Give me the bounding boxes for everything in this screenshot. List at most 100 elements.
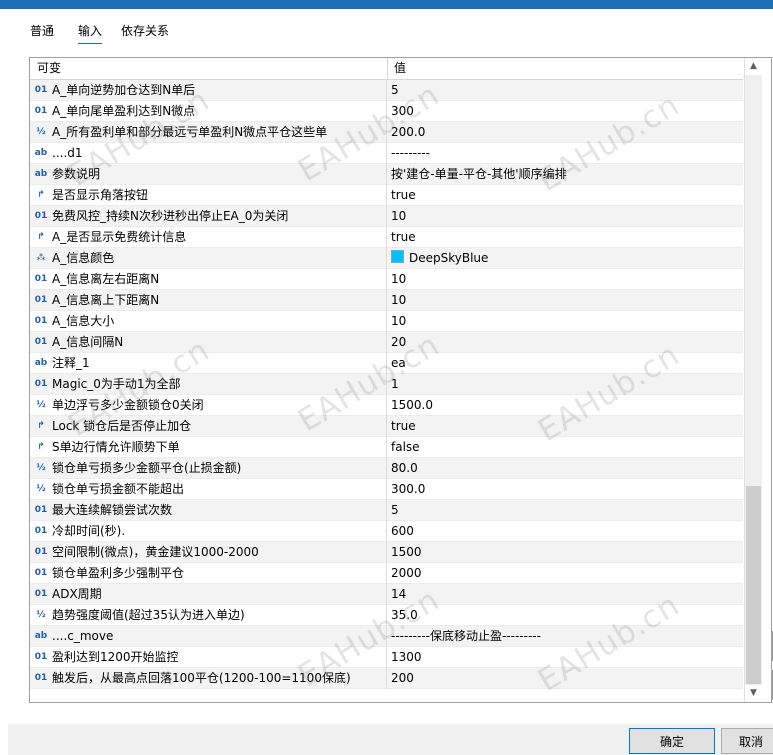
parameter-value[interactable]: 200 xyxy=(391,668,731,689)
parameter-value[interactable]: 1300 xyxy=(391,647,731,668)
color-name: DeepSkyBlue xyxy=(409,251,489,265)
parameter-row[interactable]: ⁂ A_信息颜色 DeepSkyBlue xyxy=(30,248,743,269)
parameter-name: 锁仓单亏损金额不能超出 xyxy=(52,482,185,496)
parameter-row[interactable]: ½ 趋势强度阈值(超过35认为进入单边) 35.0 xyxy=(30,605,743,626)
column-header-value[interactable]: 值 xyxy=(387,58,734,79)
parameter-value[interactable]: 10 xyxy=(391,311,731,332)
column-divider xyxy=(386,479,387,500)
parameter-value[interactable]: false xyxy=(391,437,731,458)
parameter-row[interactable]: 01 空间限制(微点)，黄金建议1000-2000 1500 xyxy=(30,542,743,563)
integer-type-icon: 01 xyxy=(34,673,48,683)
parameter-value[interactable]: 35.0 xyxy=(391,605,731,626)
parameter-value[interactable]: true xyxy=(391,416,731,437)
column-divider xyxy=(386,458,387,479)
parameter-value[interactable]: 5 xyxy=(391,500,731,521)
parameter-row[interactable]: ½ 锁仓单亏损多少金额平仓(止损金额) 80.0 xyxy=(30,458,743,479)
parameter-row[interactable]: ab ....d1 --------- xyxy=(30,143,743,164)
parameter-name: 参数说明 xyxy=(52,167,101,181)
parameter-row[interactable]: ab ....c_move ---------保底移动止盈--------- xyxy=(30,626,743,647)
tab-dependencies[interactable]: 依存关系 xyxy=(121,23,169,43)
parameter-value[interactable]: 5 xyxy=(391,80,731,101)
parameter-value[interactable]: 2000 xyxy=(391,563,731,584)
ok-button[interactable]: 确定 xyxy=(629,728,715,754)
parameter-row[interactable]: 01 盈利达到1200开始监控 1300 xyxy=(30,647,743,668)
cancel-button[interactable]: 取消 xyxy=(721,728,773,754)
parameter-name: Lock 锁仓后是否停止加仓 xyxy=(52,419,192,433)
parameter-row[interactable]: ab 参数说明 按'建仓-单量-平仓-其他'顺序编排 xyxy=(30,164,743,185)
parameter-row[interactable]: 01 A_信息间隔N 20 xyxy=(30,332,743,353)
integer-type-icon: 01 xyxy=(34,337,48,347)
tab-inputs[interactable]: 输入 xyxy=(78,23,103,45)
scroll-thumb[interactable] xyxy=(746,486,761,684)
boolean-type-icon: ↱ xyxy=(37,232,45,242)
scroll-up-arrow-icon[interactable]: ▲ xyxy=(745,58,762,75)
integer-type-icon: 01 xyxy=(34,106,48,116)
parameter-row[interactable]: 01 免费风控_持续N次秒进秒出停止EA_0为关闭 10 xyxy=(30,206,743,227)
scroll-down-arrow-icon[interactable]: ▼ xyxy=(745,685,762,702)
parameter-value[interactable]: 80.0 xyxy=(391,458,731,479)
parameter-row[interactable]: ½ 单边浮亏多少金额锁仓0关闭 1500.0 xyxy=(30,395,743,416)
parameter-name: 注释_1 xyxy=(52,356,90,370)
parameter-value[interactable]: 1 xyxy=(391,374,731,395)
double-type-icon: ½ xyxy=(36,463,46,473)
parameter-name: Magic_0为手动1为全部 xyxy=(52,377,181,391)
parameter-value[interactable]: 200.0 xyxy=(391,122,731,143)
parameter-row[interactable]: 01 触发后，从最高点回落100平仓(1200-100=1100保底) 200 xyxy=(30,668,743,689)
parameter-value[interactable]: 300 xyxy=(391,101,731,122)
parameter-value[interactable]: 14 xyxy=(391,584,731,605)
parameter-row[interactable]: 01 A_信息离左右距离N 10 xyxy=(30,269,743,290)
parameter-row[interactable]: ↱ Lock 锁仓后是否停止加仓 true xyxy=(30,416,743,437)
tab-general[interactable]: 普通 xyxy=(30,23,54,43)
string-type-icon: ab xyxy=(34,631,48,641)
boolean-type-icon: ↱ xyxy=(37,190,45,200)
column-divider xyxy=(386,584,387,605)
parameter-value[interactable]: true xyxy=(391,227,731,248)
parameter-value[interactable]: 1500 xyxy=(391,542,731,563)
integer-type-icon: 01 xyxy=(34,274,48,284)
parameter-row[interactable]: 01 A_信息大小 10 xyxy=(30,311,743,332)
integer-type-icon: 01 xyxy=(34,589,48,599)
parameter-row[interactable]: 01 A_信息离上下距离N 10 xyxy=(30,290,743,311)
parameter-value[interactable]: 1500.0 xyxy=(391,395,731,416)
column-header-variable[interactable]: 可变 xyxy=(30,58,388,79)
parameter-value[interactable]: ea xyxy=(391,353,731,374)
color-type-icon: ⁂ xyxy=(36,253,46,263)
parameter-row[interactable]: ↱ A_是否显示免费统计信息 true xyxy=(30,227,743,248)
parameter-row[interactable]: 01 A_单向逆势加仓达到N单后 5 xyxy=(30,80,743,101)
column-divider xyxy=(386,206,387,227)
parameter-value[interactable]: --------- xyxy=(391,143,731,164)
parameter-value[interactable]: 600 xyxy=(391,521,731,542)
parameter-name: 冷却时间(秒). xyxy=(52,524,126,538)
parameter-row[interactable]: ½ 锁仓单亏损金额不能超出 300.0 xyxy=(30,479,743,500)
parameter-value[interactable]: 按'建仓-单量-平仓-其他'顺序编排 xyxy=(391,164,731,185)
parameter-row[interactable]: ↱ S单边行情允许顺势下单 false xyxy=(30,437,743,458)
parameter-row[interactable]: ab 注释_1 ea xyxy=(30,353,743,374)
parameter-row[interactable]: 01 冷却时间(秒). 600 xyxy=(30,521,743,542)
parameter-row[interactable]: ½ A_所有盈利单和部分最远亏单盈利N微点平仓这些单 200.0 xyxy=(30,122,743,143)
color-swatch[interactable] xyxy=(391,250,404,263)
parameter-value[interactable]: 300.0 xyxy=(391,479,731,500)
parameter-value[interactable]: 10 xyxy=(391,206,731,227)
grid-header: 可变 值 xyxy=(30,58,743,80)
parameter-value[interactable]: 20 xyxy=(391,332,731,353)
column-divider xyxy=(386,521,387,542)
vertical-scrollbar[interactable]: ▲ ▼ xyxy=(744,58,762,702)
column-divider xyxy=(386,353,387,374)
parameter-name: A_信息大小 xyxy=(52,314,115,328)
parameter-row[interactable]: 01 ADX周期 14 xyxy=(30,584,743,605)
parameter-name: ....d1 xyxy=(52,146,83,160)
parameters-grid: 可变 值 01 A_单向逆势加仓达到N单后 5 01 A_单向尾单盈利达到N微点 300 ½… xyxy=(29,57,772,703)
column-divider xyxy=(386,395,387,416)
integer-type-icon: 01 xyxy=(34,547,48,557)
parameter-value[interactable]: 10 xyxy=(391,269,731,290)
parameter-value[interactable]: 10 xyxy=(391,290,731,311)
parameter-value[interactable]: true xyxy=(391,185,731,206)
parameter-name: A_所有盈利单和部分最远亏单盈利N微点平仓这些单 xyxy=(52,125,328,139)
parameter-value[interactable]: ---------保底移动止盈--------- xyxy=(391,626,731,647)
parameter-row[interactable]: 01 锁仓单盈利多少强制平仓 2000 xyxy=(30,563,743,584)
parameter-row[interactable]: ↱ 是否显示角落按钮 true xyxy=(30,185,743,206)
parameter-row[interactable]: 01 最大连续解锁尝试次数 5 xyxy=(30,500,743,521)
parameter-value[interactable]: DeepSkyBlue xyxy=(391,248,731,269)
parameter-row[interactable]: 01 Magic_0为手动1为全部 1 xyxy=(30,374,743,395)
parameter-row[interactable]: 01 A_单向尾单盈利达到N微点 300 xyxy=(30,101,743,122)
